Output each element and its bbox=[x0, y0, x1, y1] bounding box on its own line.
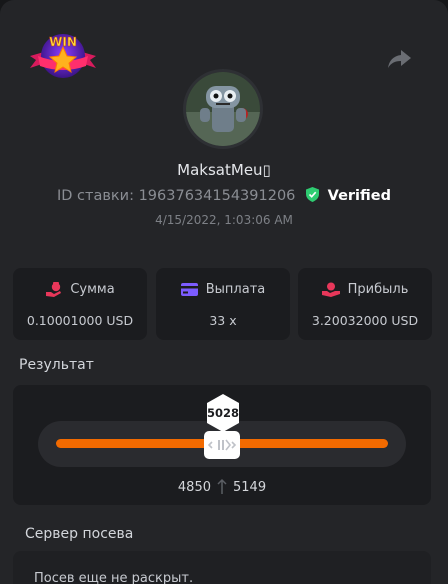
bet-id-value: 19637634154391206 bbox=[138, 188, 296, 204]
share-icon[interactable] bbox=[386, 48, 412, 70]
grip-icon bbox=[207, 439, 237, 451]
win-badge-icon: WIN bbox=[30, 34, 96, 78]
svg-text:WIN: WIN bbox=[49, 35, 77, 49]
result-box: 5028 4850 5149 bbox=[13, 385, 431, 505]
money-bag-icon bbox=[46, 282, 62, 297]
seed-box: Посев еще не раскрыт. bbox=[13, 551, 431, 584]
bet-details-panel: WIN MaksatMeu▯ ID ставки: 19637634154391… bbox=[0, 0, 448, 584]
slider-handle[interactable] bbox=[204, 431, 240, 459]
bet-id-line: ID ставки: 19637634154391206 Verified bbox=[0, 187, 448, 204]
stat-value: 3.20032000 USD bbox=[311, 313, 419, 328]
stat-label: Прибыль bbox=[347, 282, 409, 297]
username: MaksatMeu▯ bbox=[177, 161, 271, 179]
range-high: 5149 bbox=[233, 480, 267, 495]
avatar bbox=[186, 72, 260, 146]
result-title: Результат bbox=[19, 357, 94, 373]
stat-value: 33 x bbox=[209, 313, 237, 328]
seed-text: Посев еще не раскрыт. bbox=[34, 571, 194, 584]
result-value: 5028 bbox=[206, 406, 239, 420]
credit-card-icon bbox=[180, 283, 198, 296]
range-arrow-icon bbox=[217, 478, 227, 494]
verified-shield-icon bbox=[306, 187, 320, 202]
stat-card-amount: Сумма 0.10001000 USD bbox=[13, 268, 147, 340]
range-low: 4850 bbox=[177, 480, 211, 495]
stat-value: 0.10001000 USD bbox=[26, 313, 134, 328]
stat-card-profit: Прибыль 3.20032000 USD bbox=[298, 268, 432, 340]
bet-id-label: ID ставки: bbox=[57, 188, 134, 204]
profit-icon bbox=[321, 282, 340, 297]
stat-label: Сумма bbox=[70, 282, 115, 297]
seed-title: Сервер посева bbox=[25, 526, 134, 542]
bet-date: 4/15/2022, 1:03:06 AM bbox=[155, 213, 293, 227]
verified-label: Verified bbox=[327, 188, 391, 204]
stat-card-payout: Выплата 33 x bbox=[156, 268, 290, 340]
stat-label: Выплата bbox=[205, 282, 266, 297]
